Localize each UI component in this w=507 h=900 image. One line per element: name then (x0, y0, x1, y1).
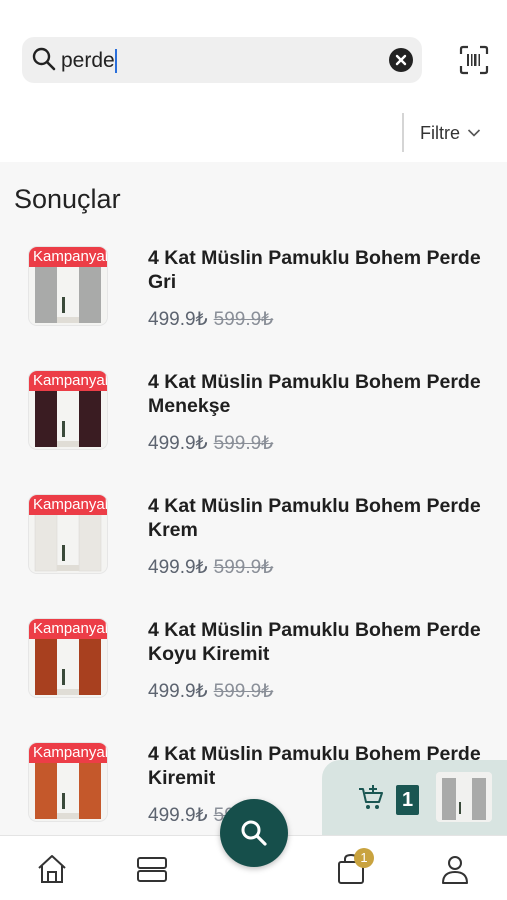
old-price: 599.9₺ (213, 557, 274, 578)
product-name: 4 Kat Müslin Pamuklu Bohem Perde Menekşe (148, 371, 481, 417)
bag-count-badge: 1 (354, 848, 374, 868)
search-icon (241, 820, 267, 846)
user-icon[interactable] (438, 852, 472, 886)
search-header: perde Filtre (0, 0, 507, 162)
product-thumbnail: Kampanyalı (28, 246, 108, 326)
campaign-badge: Kampanyalı (29, 619, 107, 639)
clear-search-button[interactable] (389, 48, 413, 72)
current-price: 499.9₺ (148, 433, 208, 454)
current-price: 499.9₺ (148, 805, 208, 826)
product-thumbnail: Kampanyalı (28, 618, 108, 698)
product-thumbnail: Kampanyalı (28, 742, 108, 822)
product-name: 4 Kat Müslin Pamuklu Bohem Perde Krem (148, 495, 481, 541)
product-name: 4 Kat Müslin Pamuklu Bohem Perde Gri (148, 247, 481, 293)
results-title: Sonuçlar (14, 184, 121, 214)
price-row: 499.9₺599.9₺ (148, 432, 273, 455)
close-icon (395, 54, 407, 66)
search-input[interactable]: perde (22, 37, 422, 83)
mini-cart-panel[interactable]: 1 (322, 760, 507, 836)
product-thumbnail: Kampanyalı (28, 494, 108, 574)
product-name: 4 Kat Müslin Pamuklu Bohem Perde Koyu Ki… (148, 619, 481, 665)
current-price: 499.9₺ (148, 557, 208, 578)
product-list-item[interactable]: Kampanyalı 4 Kat Müslin Pamuklu Bohem Pe… (0, 494, 507, 618)
current-price: 499.9₺ (148, 309, 208, 330)
barcode-scan-button[interactable] (458, 44, 490, 76)
price-row: 499.9₺599.9₺ (148, 308, 273, 331)
search-query: perde (61, 49, 115, 72)
campaign-badge: Kampanyalı (29, 743, 107, 763)
cart-count: 1 (396, 785, 419, 815)
old-price: 599.9₺ (213, 681, 274, 702)
old-price: 599.9₺ (213, 433, 274, 454)
filter-button[interactable]: Filtre (420, 122, 481, 144)
cart-product-thumbnail (436, 772, 492, 822)
product-list-item[interactable]: Kampanyalı 4 Kat Müslin Pamuklu Bohem Pe… (0, 246, 507, 370)
chevron-down-icon (467, 129, 481, 137)
campaign-badge: Kampanyalı (29, 495, 107, 515)
old-price: 599.9₺ (213, 309, 274, 330)
home-icon[interactable] (35, 852, 69, 886)
product-thumbnail: Kampanyalı (28, 370, 108, 450)
search-fab-button[interactable] (220, 799, 288, 867)
results-section: Sonuçlar Kampanyalı 4 Kat Müslin Pamuklu… (0, 162, 507, 835)
product-list-item[interactable]: Kampanyalı 4 Kat Müslin Pamuklu Bohem Pe… (0, 370, 507, 494)
cart-plus-icon (359, 785, 383, 809)
price-row: 499.9₺599.9₺ (148, 680, 273, 703)
filter-divider (402, 113, 404, 152)
campaign-badge: Kampanyalı (29, 247, 107, 267)
text-caret (114, 49, 117, 73)
current-price: 499.9₺ (148, 681, 208, 702)
price-row: 499.9₺599.9₺ (148, 556, 273, 579)
filter-label: Filtre (420, 122, 460, 143)
categories-icon[interactable] (135, 852, 169, 886)
barcode-scan-icon (459, 45, 489, 75)
curtain-image (436, 772, 492, 822)
search-icon (32, 47, 56, 71)
product-list-item[interactable]: Kampanyalı 4 Kat Müslin Pamuklu Bohem Pe… (0, 618, 507, 742)
campaign-badge: Kampanyalı (29, 371, 107, 391)
